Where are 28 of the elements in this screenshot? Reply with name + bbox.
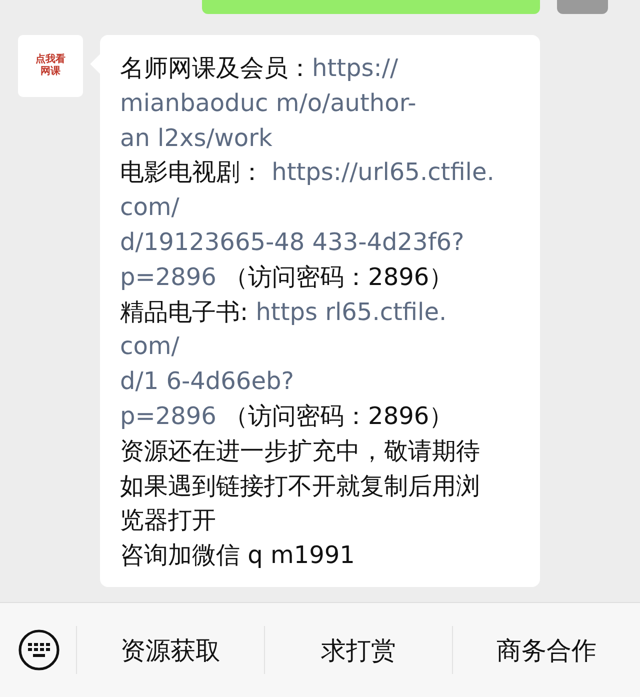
- menu-button[interactable]: 资源获取: [76, 626, 264, 674]
- link[interactable]: mianbaoduc m/o/author-: [120, 88, 416, 117]
- link[interactable]: https://url65.ctfile.: [272, 158, 494, 186]
- message-text: （访问密码：2896）: [223, 402, 454, 430]
- link[interactable]: p=2896: [120, 402, 216, 430]
- keyboard-icon[interactable]: [16, 627, 62, 673]
- link[interactable]: d/1 6-4d66eb?: [120, 367, 294, 396]
- contact-avatar[interactable]: 点我看 网课: [18, 35, 83, 97]
- message-text: 资源还在进一步扩充中，敬请期待: [120, 436, 480, 465]
- photo-placeholder: [557, 0, 608, 14]
- link[interactable]: com/: [120, 193, 180, 222]
- message-text: 电影电视剧：: [120, 158, 265, 186]
- message-text: 精品电子书:: [120, 298, 250, 326]
- link[interactable]: d/19123665-48 433-4d23f6?: [120, 228, 464, 256]
- avatar-caption: 点我看: [36, 54, 66, 66]
- link[interactable]: com/: [120, 332, 180, 360]
- link[interactable]: an l2xs/work: [120, 124, 272, 152]
- link[interactable]: p=2896: [120, 262, 216, 291]
- menu-button[interactable]: 求打赏: [264, 626, 452, 674]
- link[interactable]: https rl65.ctfile.: [256, 298, 447, 326]
- message-text: 咨询加微信 q m1991: [120, 541, 355, 570]
- message-text: 名师网课及会员：: [120, 54, 312, 82]
- message-text: 如果遇到链接打不开就复制后用浏: [120, 472, 480, 500]
- message-text: 览器打开: [120, 506, 216, 534]
- avatar-caption: 网课: [40, 66, 60, 78]
- link[interactable]: https://: [312, 54, 398, 82]
- message-text: （访问密码：2896）: [223, 262, 454, 291]
- menu-button[interactable]: 商务合作: [452, 626, 640, 674]
